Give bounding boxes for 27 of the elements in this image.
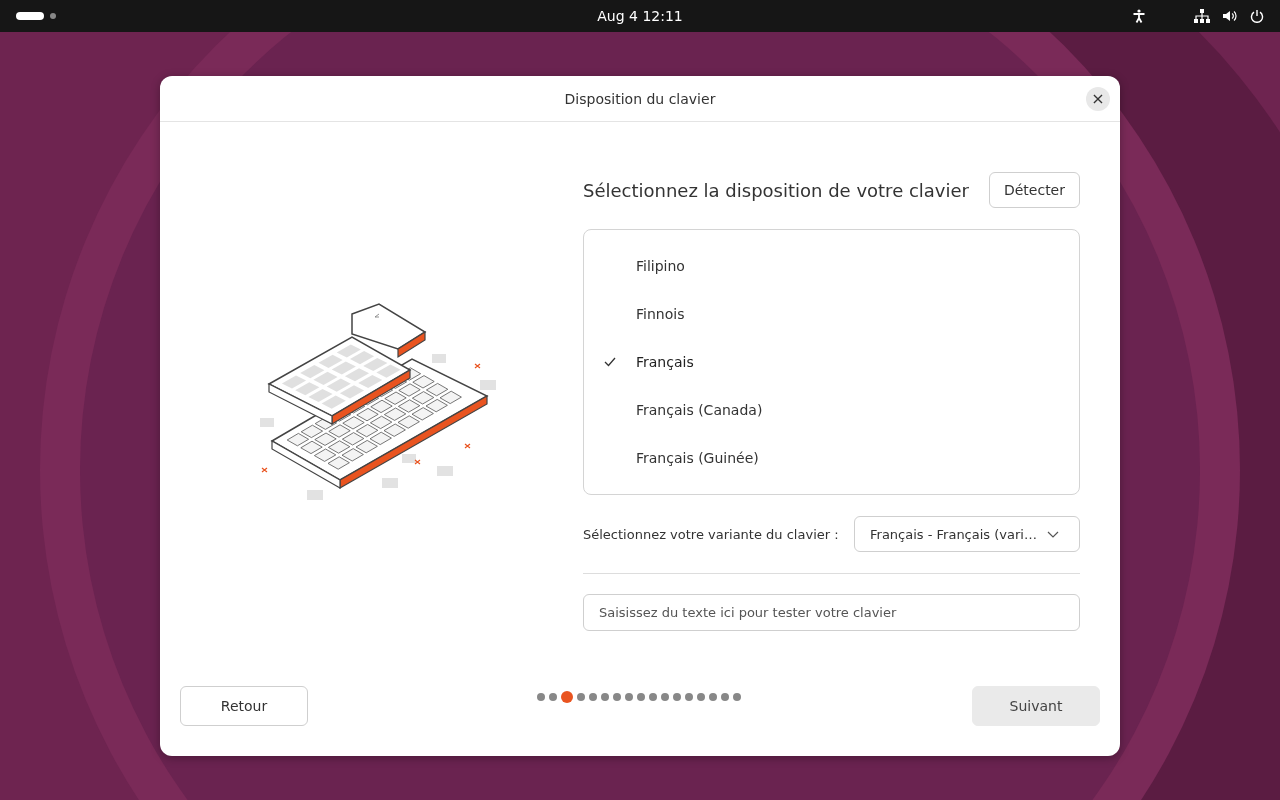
layout-item[interactable]: Français (Guinée) (584, 434, 1079, 482)
test-input-field[interactable]: Saisissez du texte ici pour tester votre clavier (583, 594, 1080, 631)
layout-label: Filipino (636, 258, 685, 274)
clock[interactable]: Aug 4 12:11 (597, 8, 683, 24)
power-icon[interactable] (1250, 9, 1264, 23)
layout-label: Finnois (636, 306, 685, 322)
layout-item[interactable]: Finnois (584, 290, 1079, 338)
layout-label: Français (Guinée) (636, 450, 759, 466)
layout-label: Français (Canada) (636, 402, 763, 418)
layout-item[interactable]: Français (584, 338, 1079, 386)
layout-item[interactable]: Français (Canada) (584, 386, 1079, 434)
workspace-indicator[interactable] (50, 13, 56, 19)
workspace-indicator[interactable] (16, 12, 44, 20)
variant-dropdown[interactable]: Français - Français (vari… (854, 516, 1080, 552)
back-button[interactable]: Retour (180, 686, 308, 726)
window-title: Disposition du clavier (564, 90, 716, 107)
layout-item[interactable]: Filipino (584, 242, 1079, 290)
chevron-down-icon (1047, 530, 1059, 538)
network-icon[interactable] (1194, 9, 1210, 23)
variant-label: Sélectionnez votre variante du clavier : (583, 526, 839, 542)
checkmark-icon (604, 357, 616, 367)
layout-label: Français (636, 354, 694, 370)
heading: Sélectionnez la disposition de votre clavier (583, 179, 969, 201)
volume-icon[interactable] (1222, 9, 1238, 23)
accessibility-icon[interactable] (1132, 9, 1146, 23)
detect-button[interactable]: Détecter (988, 172, 1080, 208)
close-button[interactable]: × (1086, 87, 1110, 111)
